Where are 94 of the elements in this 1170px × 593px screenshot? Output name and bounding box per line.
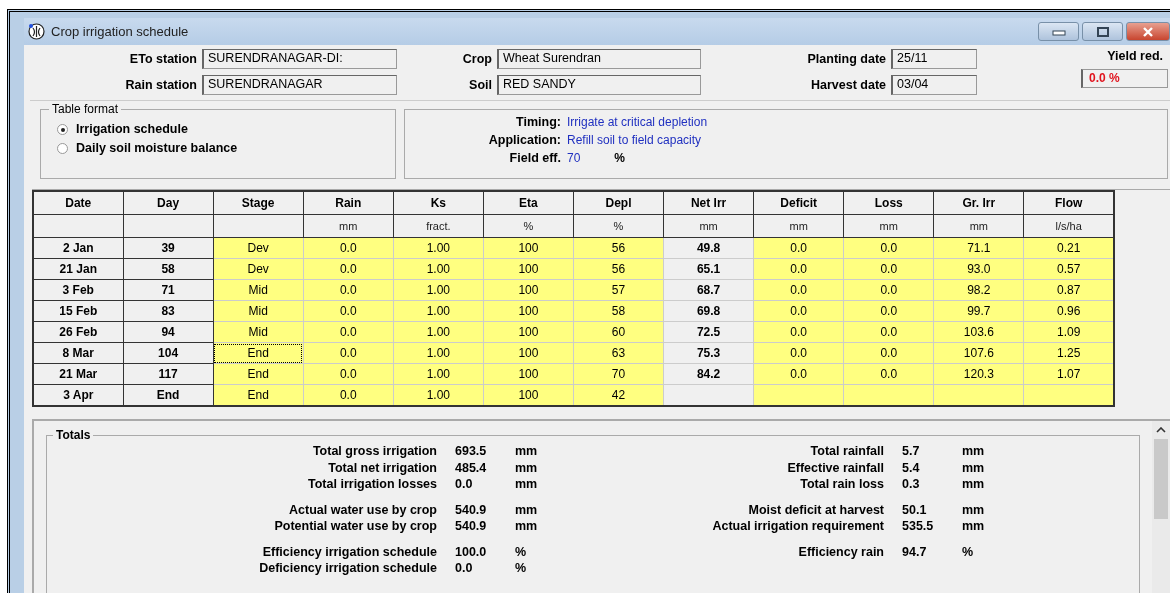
unit-label: mm <box>962 501 985 518</box>
total-value: 535.5 <box>901 518 935 535</box>
unit-label: mm <box>962 476 985 493</box>
column-header: Net Irr <box>663 191 754 215</box>
scrollbar[interactable] <box>1152 421 1170 593</box>
field-label: Rain station <box>124 78 198 92</box>
scroll-up-icon[interactable] <box>1156 427 1166 433</box>
total-label: Efficiency irrigation schedule <box>261 543 437 560</box>
total-value: 94.7 <box>901 543 928 560</box>
unit-label: mm <box>515 443 538 460</box>
text-field[interactable]: 25/11 <box>891 49 977 69</box>
total-label: Actual irrigation requirement <box>711 518 884 535</box>
close-icon <box>1142 26 1154 37</box>
column-header: Rain <box>303 191 394 215</box>
total-value: 5.7 <box>901 443 921 460</box>
unit-label: mm <box>515 501 538 518</box>
table-cell: 3 Apr <box>33 384 124 406</box>
field-label: ETo station <box>128 52 198 66</box>
total-value: 693.5 <box>454 443 488 460</box>
total-value: 50.1 <box>901 501 928 518</box>
column-header: Ks <box>393 191 484 215</box>
maximize-icon <box>1096 26 1109 37</box>
field-label: Harvest date <box>809 78 887 92</box>
unit-label: % <box>962 543 974 560</box>
table-cell: 2 Jan <box>33 237 124 259</box>
unit-label: mm <box>515 459 538 476</box>
total-label: Potential water use by crop <box>273 518 437 535</box>
total-label: Moist deficit at harvest <box>747 501 884 518</box>
column-header: Deficit <box>753 191 844 215</box>
unit-label: mm <box>962 443 985 460</box>
total-label: Total rain loss <box>799 476 884 493</box>
table-cell: 26 Feb <box>33 321 124 343</box>
column-header: Depl <box>573 191 664 215</box>
column-header: Day <box>123 191 214 215</box>
column-header: Stage <box>213 191 304 215</box>
field-label: Crop <box>461 52 493 66</box>
table-cell: 21 Jan <box>33 258 124 280</box>
column-header: Flow <box>1023 191 1114 215</box>
field-label: Soil <box>468 78 493 92</box>
text-field[interactable]: Wheat Surendran <box>497 49 701 69</box>
total-value: 100.0 <box>454 543 488 560</box>
setting-label: Timing: <box>515 115 562 129</box>
unit-label: mm <box>962 518 985 535</box>
total-label: Efficiency rain <box>797 543 884 560</box>
total-label: Total gross irrigation <box>311 443 437 460</box>
text-field[interactable]: SURENDRANAGAR <box>202 75 397 95</box>
text-field[interactable]: SURENDRANAGAR-DI: <box>202 49 397 69</box>
column-header: Date <box>33 191 124 215</box>
yield-label: Yield red. <box>1107 49 1164 63</box>
text-field[interactable]: RED SANDY <box>497 75 701 95</box>
unit-label: mm <box>962 459 985 476</box>
maximize-button[interactable] <box>1082 22 1123 41</box>
total-value: 540.9 <box>454 518 488 535</box>
setting-value: Irrigate at critical depletion <box>567 115 708 129</box>
unit-label: % <box>515 543 527 560</box>
minimize-icon <box>1051 27 1066 36</box>
column-header: Loss <box>843 191 934 215</box>
column-header: Eta <box>483 191 574 215</box>
setting-label: Application: <box>487 133 562 147</box>
unit-label: mm <box>515 476 538 493</box>
table-cell: 8 Mar <box>33 342 124 364</box>
group-title: Totals <box>53 428 94 442</box>
total-value: 0.0 <box>454 476 474 493</box>
setting-value: Refill soil to field capacity <box>567 133 702 147</box>
text-field[interactable]: 03/04 <box>891 75 977 95</box>
close-button[interactable] <box>1126 22 1170 41</box>
total-label: Total net irrigation <box>327 459 437 476</box>
total-value: 540.9 <box>454 501 488 518</box>
window-title: Crop irrigation schedule <box>51 24 189 39</box>
table-cell: 15 Feb <box>33 300 124 322</box>
yield-field: 0.0 % <box>1081 69 1168 88</box>
unit-label: % <box>614 151 626 165</box>
minimize-button[interactable] <box>1038 22 1079 41</box>
total-value: 5.4 <box>901 459 921 476</box>
column-header: Gr. Irr <box>933 191 1024 215</box>
app-icon <box>28 23 45 40</box>
total-label: Total irrigation losses <box>307 476 437 493</box>
group-title: Table format <box>49 102 122 116</box>
total-label: Deficiency irrigation schedule <box>258 560 437 577</box>
total-label: Effective rainfall <box>786 459 884 476</box>
table-cell: 21 Mar <box>33 363 124 385</box>
field-label: Planting date <box>806 52 887 66</box>
setting-value: 70 <box>567 151 581 165</box>
radio-option[interactable]: Irrigation schedule <box>57 122 395 136</box>
unit-label: mm <box>515 518 538 535</box>
total-label: Actual water use by crop <box>288 501 437 518</box>
total-value: 0.3 <box>901 476 921 493</box>
total-value: 485.4 <box>454 459 488 476</box>
setting-label: Field eff. <box>508 151 562 165</box>
total-label: Total rainfall <box>809 443 884 460</box>
radio-option[interactable]: Daily soil moisture balance <box>57 141 395 155</box>
total-value: 0.0 <box>454 560 474 577</box>
unit-label: % <box>515 560 527 577</box>
table-cell: 3 Feb <box>33 279 124 301</box>
